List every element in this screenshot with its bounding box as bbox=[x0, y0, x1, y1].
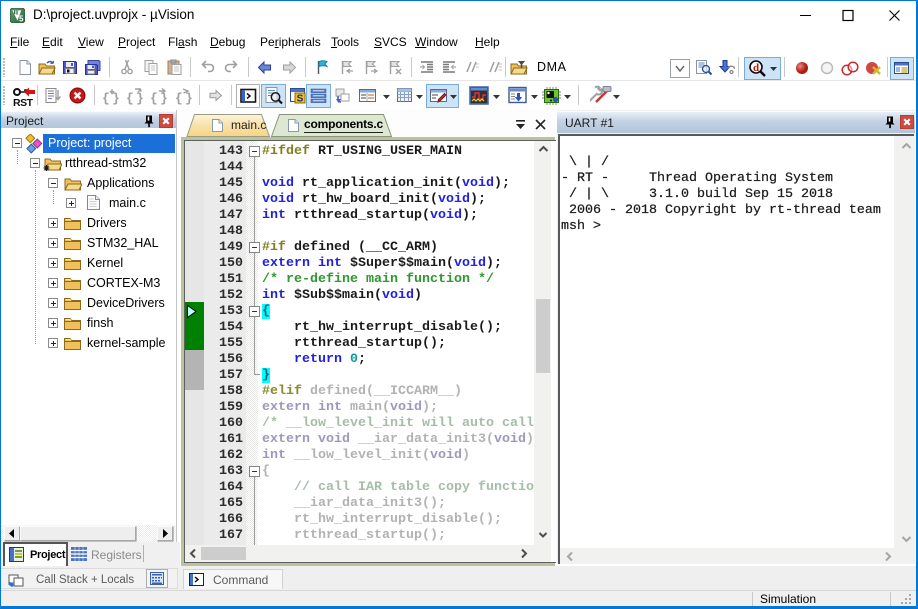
svg-text:5: 5 bbox=[19, 15, 24, 23]
svg-text:}: } bbox=[185, 91, 193, 106]
svg-text:{: { bbox=[150, 91, 158, 106]
svg-text:RST: RST bbox=[13, 97, 34, 108]
svg-text:{: { bbox=[175, 91, 183, 106]
svg-text:{: { bbox=[102, 91, 110, 106]
svg-text:}: } bbox=[160, 91, 168, 106]
svg-text:S: S bbox=[297, 94, 304, 105]
svg-text:{: { bbox=[126, 91, 134, 106]
svg-text:d: d bbox=[753, 62, 759, 74]
svg-text:}: } bbox=[112, 91, 120, 106]
svg-text:}: } bbox=[136, 91, 144, 106]
